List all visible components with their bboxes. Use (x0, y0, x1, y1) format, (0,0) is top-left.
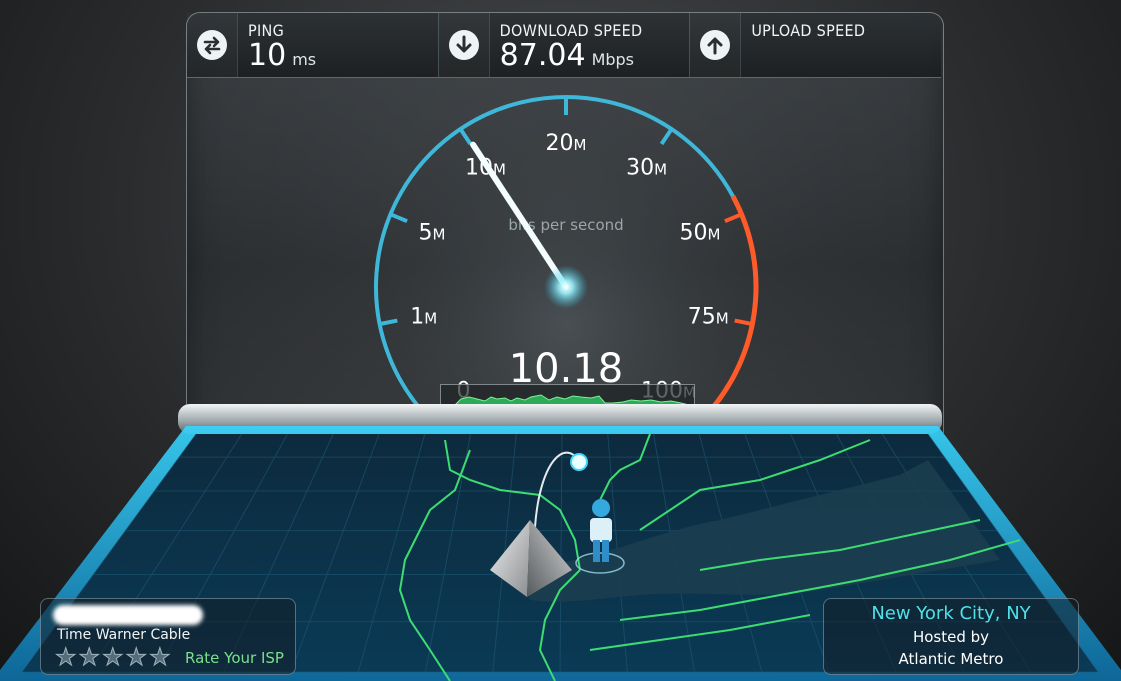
ping-value: 10 ms (248, 40, 316, 76)
isp-panel: Time Warner Cable ★ ★ ★ ★ ★ Rate Your IS… (40, 598, 296, 675)
upload-label: UPLOAD SPEED (751, 21, 866, 40)
speedtest-app: PING 10 ms DOWNLOAD SPEED 87.04 Mbps UPL… (0, 0, 1121, 681)
isp-rating-stars[interactable]: ★ ★ ★ ★ ★ (55, 645, 172, 670)
upload-arrow-icon (700, 30, 731, 60)
results-header: PING 10 ms DOWNLOAD SPEED 87.04 Mbps UPL… (187, 13, 941, 78)
isp-name: Time Warner Cable (57, 627, 191, 643)
redacted-ip-address (53, 605, 203, 625)
upload-stat: UPLOAD SPEED (690, 13, 941, 77)
speed-gauge: 01M5M10M20M30M50M75M100M bits per second… (374, 95, 759, 417)
download-icon-cell (439, 13, 490, 77)
rating-star-icon[interactable]: ★ (102, 645, 124, 670)
ping-stat: PING 10 ms (187, 13, 439, 77)
upload-value (751, 40, 865, 76)
download-stat: DOWNLOAD SPEED 87.04 Mbps (439, 13, 691, 77)
ping-arrows-icon (197, 30, 227, 60)
gauge-hub (544, 265, 588, 309)
download-unit: Mbps (591, 50, 635, 69)
upload-icon-cell (690, 13, 742, 77)
rating-star-icon[interactable]: ★ (125, 645, 147, 670)
download-value: 87.04 Mbps (500, 40, 643, 76)
ping-icon-cell (187, 13, 238, 77)
rate-your-isp-link[interactable]: Rate Your ISP (185, 649, 284, 667)
hosted-by-label: Hosted by (912, 628, 990, 646)
connection-dot (570, 453, 588, 471)
server-city[interactable]: New York City, NY (824, 603, 1078, 624)
rating-star-icon[interactable]: ★ (55, 645, 77, 670)
ping-value-number: 10 (248, 38, 287, 73)
rating-star-icon[interactable]: ★ (149, 645, 171, 670)
download-arrow-icon (448, 30, 479, 60)
server-host: Atlantic Metro (898, 650, 1004, 668)
server-panel: New York City, NY Hosted by Atlantic Met… (823, 598, 1079, 675)
rating-star-icon[interactable]: ★ (78, 645, 100, 670)
download-value-number: 87.04 (499, 38, 586, 73)
ping-unit: ms (292, 50, 317, 69)
